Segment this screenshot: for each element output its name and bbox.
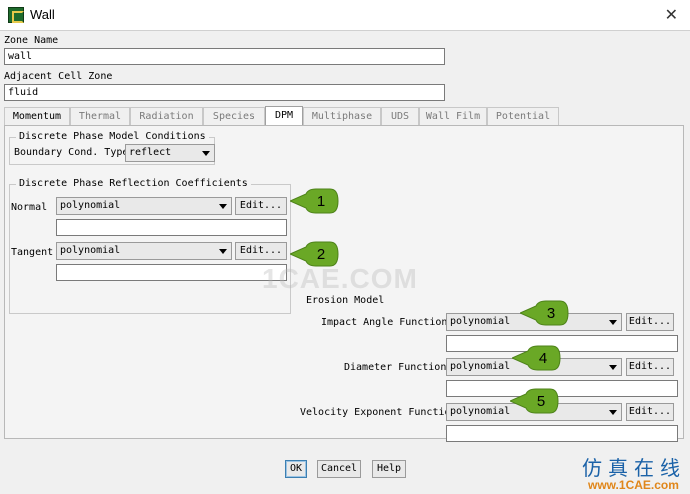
normal-value: polynomial: [60, 200, 121, 211]
callout-1-label: 1: [316, 193, 326, 210]
impact-angle-value: polynomial: [450, 316, 511, 327]
tangent-coefficient-input[interactable]: [56, 264, 287, 281]
tab-momentum[interactable]: Momentum: [4, 107, 70, 125]
help-button[interactable]: Help: [372, 460, 406, 478]
callout-5: 5: [510, 386, 562, 416]
tab-multiphase[interactable]: Multiphase: [303, 107, 381, 125]
chevron-down-icon: [219, 249, 227, 254]
title-bar: Wall ✕: [0, 0, 690, 30]
adjacent-cell-zone-label: Adjacent Cell Zone: [4, 71, 113, 82]
chevron-down-icon: [219, 204, 227, 209]
adjacent-cell-zone-field: fluid: [4, 84, 445, 101]
chevron-down-icon: [609, 365, 617, 370]
tab-wall-film[interactable]: Wall Film: [419, 107, 487, 125]
boundary-cond-label: Boundary Cond. Type: [14, 147, 129, 158]
tab-potential[interactable]: Potential: [487, 107, 559, 125]
boundary-cond-value: reflect: [129, 147, 172, 158]
velocity-exponent-input[interactable]: [446, 425, 678, 442]
normal-dropdown[interactable]: polynomial: [56, 197, 232, 215]
normal-label: Normal: [11, 202, 48, 213]
impact-angle-label: Impact Angle Function: [321, 317, 448, 328]
velocity-exponent-value: polynomial: [450, 406, 511, 417]
dpm-conditions-group: Discrete Phase Model Conditions Boundary…: [9, 131, 215, 165]
cancel-button[interactable]: Cancel: [317, 460, 361, 478]
tab-radiation[interactable]: Radiation: [130, 107, 203, 125]
chevron-down-icon: [609, 410, 617, 415]
app-icon: [8, 7, 24, 23]
reflection-coefficients-group: Discrete Phase Reflection Coefficients N…: [9, 178, 291, 314]
chevron-down-icon: [202, 151, 210, 156]
callout-3-label: 3: [546, 305, 556, 322]
callout-1: 1: [290, 186, 342, 216]
close-icon[interactable]: ✕: [665, 5, 678, 25]
normal-coefficient-input[interactable]: [56, 219, 287, 236]
diameter-edit-button[interactable]: Edit...: [626, 358, 674, 376]
velocity-exponent-edit-button[interactable]: Edit...: [626, 403, 674, 421]
boundary-cond-dropdown[interactable]: reflect: [125, 144, 215, 162]
callout-2: 2: [290, 239, 342, 269]
velocity-exponent-label: Velocity Exponent Function: [300, 407, 457, 418]
reflection-coefficients-title: Discrete Phase Reflection Coefficients: [16, 178, 251, 189]
callout-3: 3: [520, 298, 572, 328]
window-title: Wall: [30, 7, 55, 22]
callout-4-label: 4: [538, 350, 548, 367]
tab-dpm[interactable]: DPM: [265, 106, 303, 125]
brand-url: www.1CAE.com: [588, 478, 679, 492]
erosion-model-group: Erosion Model Impact Angle Function poly…: [295, 295, 681, 442]
tangent-value: polynomial: [60, 245, 121, 256]
diameter-value: polynomial: [450, 361, 511, 372]
tab-thermal[interactable]: Thermal: [70, 107, 130, 125]
callout-4: 4: [512, 343, 564, 373]
diameter-label: Diameter Function: [344, 362, 447, 373]
zone-name-label: Zone Name: [4, 35, 59, 46]
tangent-dropdown[interactable]: polynomial: [56, 242, 232, 260]
tangent-edit-button[interactable]: Edit...: [235, 242, 287, 260]
diameter-input[interactable]: [446, 380, 678, 397]
tab-species[interactable]: Species: [203, 107, 265, 125]
ok-button[interactable]: OK: [285, 460, 307, 478]
tab-uds[interactable]: UDS: [381, 107, 419, 125]
dialog-body: Zone Name wall Adjacent Cell Zone fluid …: [0, 30, 690, 494]
chevron-down-icon: [609, 320, 617, 325]
brand-chinese-text: 仿真在线: [582, 456, 686, 480]
callout-2-label: 2: [316, 246, 326, 263]
erosion-model-title: Erosion Model: [306, 295, 385, 306]
dpm-conditions-title: Discrete Phase Model Conditions: [16, 131, 209, 142]
tangent-label: Tangent: [11, 247, 54, 258]
normal-edit-button[interactable]: Edit...: [235, 197, 287, 215]
callout-5-label: 5: [536, 393, 546, 410]
zone-name-input[interactable]: wall: [4, 48, 445, 65]
impact-angle-edit-button[interactable]: Edit...: [626, 313, 674, 331]
